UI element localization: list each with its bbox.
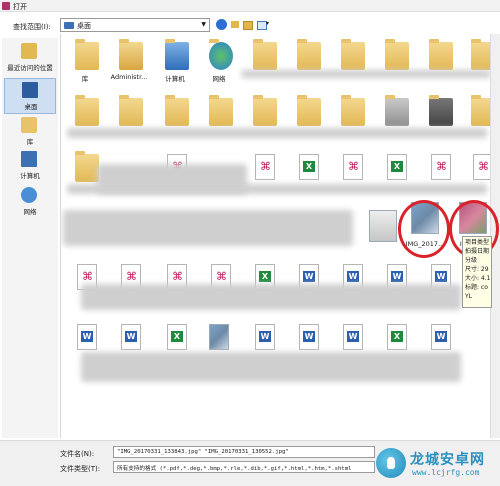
site-watermark: 龙城安卓网 www.lcjrfg.com: [372, 444, 500, 486]
image-thumbnail-icon: [369, 210, 397, 242]
excel-file-icon: [387, 154, 407, 180]
title-bar: 打开: [0, 0, 500, 12]
place-network[interactable]: 网络: [4, 184, 56, 220]
folder-icon: [119, 95, 143, 126]
word-file-icon: [121, 324, 141, 350]
redacted-area: [63, 210, 353, 246]
word-file-icon: [343, 324, 363, 350]
pdf-file-icon: [255, 154, 275, 180]
folder-item[interactable]: [285, 36, 329, 86]
user-folder-icon: [119, 39, 143, 70]
file-item-network[interactable]: 网络: [197, 36, 241, 86]
tooltip-line: YL: [465, 293, 473, 300]
pdf-file-icon: [431, 154, 451, 180]
redacted-labels: [81, 284, 461, 310]
computer-icon: [21, 151, 37, 167]
tooltip-line: 标题: co: [465, 284, 488, 291]
folder-icon: [341, 95, 365, 126]
excel-file-icon: [299, 154, 319, 180]
watermark-url: www.lcjrfg.com: [412, 468, 480, 477]
highlight-circle: [398, 200, 450, 258]
folder-icon: [165, 95, 189, 126]
word-file-icon: [299, 324, 319, 350]
view-menu-icon[interactable]: [256, 19, 270, 30]
folder-icon: [75, 151, 99, 182]
app-icon: [2, 2, 10, 10]
folder-icon: [385, 39, 409, 70]
place-label: 最近访问的位置: [7, 64, 53, 72]
folder-icon: [341, 39, 365, 70]
places-bar: 最近访问的位置 桌面 库 计算机 网络: [2, 38, 58, 438]
look-in-label: 查找范围(I):: [13, 23, 51, 31]
file-item-administrator[interactable]: Administr...: [107, 36, 151, 86]
redacted-labels: [67, 128, 487, 138]
folder-icon: [385, 95, 409, 126]
word-file-icon: [77, 324, 97, 350]
folder-icon: [253, 95, 277, 126]
redacted-labels: [241, 70, 491, 78]
tooltip-line: 分级: [465, 257, 478, 264]
redacted-labels: [67, 184, 487, 194]
filetype-label: 文件类型(T):: [60, 465, 101, 473]
place-label: 库: [26, 138, 34, 146]
place-computer[interactable]: 计算机: [4, 148, 56, 184]
desktop-folder-icon: [64, 22, 74, 29]
excel-file-icon: [387, 324, 407, 350]
tooltip-line: 拍摄日期: [465, 248, 490, 255]
new-folder-icon[interactable]: [242, 19, 253, 30]
place-desktop[interactable]: 桌面: [4, 78, 56, 114]
place-recent[interactable]: 最近访问的位置: [4, 40, 56, 76]
folder-item[interactable]: [373, 36, 417, 86]
file-item-label: 网络: [212, 75, 226, 83]
word-file-icon: [431, 324, 451, 350]
folder-item[interactable]: [417, 36, 461, 86]
filetype-select[interactable]: 所有支持的格式 (*.pdf,*.deg,*.bmp,*.rle,*.dib,*…: [113, 461, 375, 473]
tooltip-line: 尺寸: 29: [465, 266, 489, 273]
file-item-library[interactable]: 库: [63, 36, 107, 86]
look-in-dropdown[interactable]: 桌面 ▼: [60, 18, 210, 32]
library-folder-icon: [75, 39, 99, 70]
network-globe-icon: [209, 39, 233, 70]
watermark-brand: 龙城安卓网: [410, 452, 485, 468]
file-item-label: Administr...: [110, 73, 148, 81]
redacted-labels: [81, 352, 461, 382]
up-folder-icon[interactable]: [230, 19, 241, 30]
place-label: 计算机: [20, 172, 40, 180]
folder-icon: [429, 95, 453, 126]
back-icon[interactable]: [216, 19, 227, 30]
folder-icon: [253, 39, 277, 70]
recent-places-icon: [21, 43, 37, 59]
folder-icon: [209, 95, 233, 126]
place-label: 桌面: [24, 103, 38, 111]
place-library[interactable]: 库: [4, 114, 56, 150]
computer-icon: [165, 39, 189, 70]
place-label: 网络: [23, 208, 37, 216]
folder-item[interactable]: [329, 36, 373, 86]
file-info-tooltip: 项目类型 拍摄日期 分级 尺寸: 29 大小: 4.1 标题: co YL: [462, 236, 492, 308]
filename-input[interactable]: "IMG_20170331_133843.jpg" "IMG_20170331_…: [113, 446, 375, 458]
network-icon: [21, 187, 37, 203]
tooltip-line: 项目类型: [465, 239, 490, 246]
desktop-icon: [22, 82, 38, 98]
tooltip-line: 大小: 4.1: [465, 275, 491, 282]
chevron-down-icon[interactable]: ▼: [201, 21, 206, 28]
excel-file-icon: [167, 324, 187, 350]
library-icon: [21, 117, 37, 133]
word-file-icon: [255, 324, 275, 350]
folder-icon: [75, 95, 99, 126]
folder-icon: [297, 95, 321, 126]
folder-icon: [297, 39, 321, 70]
folder-item[interactable]: [241, 36, 285, 86]
folder-icon: [429, 39, 453, 70]
look-in-value: 桌面: [77, 22, 91, 30]
file-item-computer[interactable]: 计算机: [153, 36, 197, 86]
android-logo-icon: [376, 448, 406, 478]
image-thumbnail-icon: [209, 324, 229, 350]
window-title: 打开: [13, 3, 27, 11]
pdf-file-icon: [343, 154, 363, 180]
filename-label: 文件名(N):: [60, 450, 95, 458]
